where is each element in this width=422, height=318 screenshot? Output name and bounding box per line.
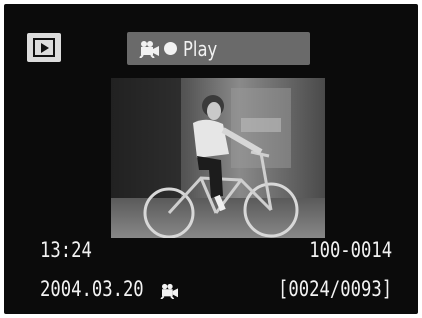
frame-counter: [0024/0093] (277, 277, 392, 301)
mode-title-bar: Play (127, 32, 310, 65)
camera-lcd-screen: Play 13:24 100-0014 2004.03.20 [0024/009… (4, 4, 418, 314)
movie-camera-icon (160, 283, 178, 299)
playback-frame-icon (33, 38, 55, 57)
file-number: 100-0014 (309, 238, 392, 262)
record-dot-icon (164, 42, 177, 55)
playback-photo (111, 78, 325, 238)
photo-image (111, 78, 325, 238)
play-triangle-icon (41, 43, 49, 53)
recording-date: 2004.03.20 (40, 277, 144, 301)
movie-camera-icon (139, 40, 159, 58)
recording-time: 13:24 (40, 238, 92, 262)
playback-mode-icon (27, 33, 61, 62)
mode-title: Play (183, 36, 218, 61)
